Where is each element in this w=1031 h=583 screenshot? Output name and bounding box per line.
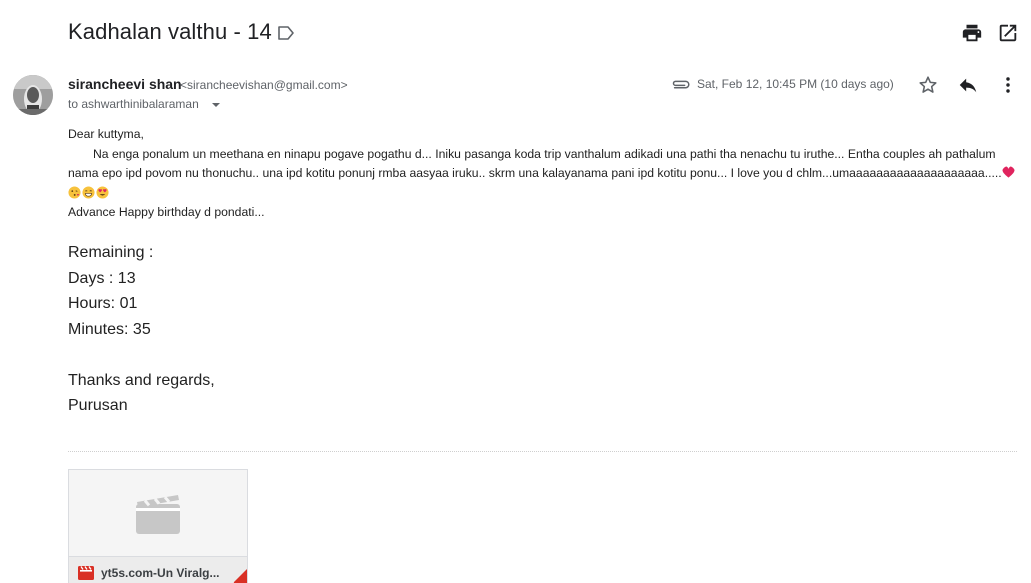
recipient-line: to ashwarthinibalaraman (68, 97, 199, 111)
sender-name[interactable]: sirancheevi shan (68, 76, 182, 92)
attachment-icon (672, 80, 690, 89)
grin-face-emoji (82, 185, 95, 199)
email-subject: Kadhalan valthu - 14 (68, 19, 272, 44)
email-view: Kadhalan valthu - 14 sirancheevi shan <s… (0, 0, 1031, 583)
reply-icon[interactable] (957, 74, 979, 96)
minutes-remaining: Minutes: 35 (68, 320, 151, 338)
video-placeholder-icon (136, 495, 180, 534)
star-icon[interactable] (917, 74, 939, 96)
chevron-down-icon[interactable] (211, 101, 221, 109)
heart-emoji (1002, 166, 1015, 178)
hours-remaining: Hours: 01 (68, 295, 138, 312)
message-paragraph: Na enga ponalum un meethana en ninapu po… (68, 145, 1018, 204)
avatar-photo (13, 75, 53, 115)
paragraph-text: Na enga ponalum un meethana en ninapu po… (68, 146, 1002, 181)
kiss-face-emoji (68, 185, 81, 199)
email-date: Sat, Feb 12, 10:45 PM (10 days ago) (697, 77, 894, 91)
open-in-new-window-icon[interactable] (997, 22, 1019, 44)
video-file-icon (78, 566, 94, 580)
heart-eyes-emoji (96, 185, 109, 199)
file-corner-fold-icon (233, 569, 247, 583)
countdown-block: Remaining : Days : 13 Hours: 01 Minutes:… (68, 240, 215, 419)
attachment-card[interactable]: yt5s.com-Un Viralg... (68, 469, 248, 583)
more-vertical-icon[interactable] (997, 74, 1019, 96)
label-arrow-icon[interactable] (277, 25, 295, 41)
attachment-filename[interactable]: yt5s.com-Un Viralg... (101, 566, 221, 580)
signature: Purusan (68, 397, 128, 414)
attachments-divider (68, 451, 1017, 452)
greeting: Dear kuttyma, (68, 127, 144, 141)
print-icon[interactable] (961, 22, 983, 44)
closing-line: Advance Happy birthday d pondati... (68, 205, 265, 219)
thanks-line: Thanks and regards, (68, 371, 215, 389)
days-remaining: Days : 13 (68, 269, 136, 287)
sender-avatar[interactable] (13, 75, 53, 115)
message-body: Dear kuttyma, Na enga ponalum un meethan… (68, 125, 1018, 223)
sender-email: <sirancheevishan@gmail.com> (180, 78, 348, 92)
remaining-title: Remaining : (68, 244, 154, 261)
